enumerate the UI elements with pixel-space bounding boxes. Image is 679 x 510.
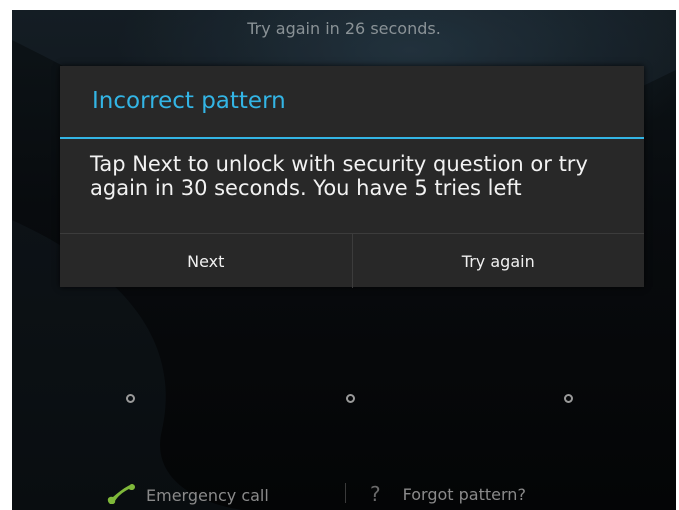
countdown-text: Try again in 26 seconds. bbox=[247, 19, 441, 38]
question-icon: ? bbox=[370, 482, 381, 506]
dialog-message: Tap Next to unlock with security questio… bbox=[90, 152, 588, 200]
phone-icon bbox=[104, 482, 138, 508]
try-again-button[interactable]: Try again bbox=[351, 234, 645, 288]
forgot-pattern-label: Forgot pattern? bbox=[402, 484, 526, 504]
title-divider bbox=[60, 137, 644, 139]
pattern-dot-1[interactable] bbox=[126, 394, 135, 403]
lock-screen: Try again in 26 seconds. Incorrect patte… bbox=[12, 10, 676, 510]
dialog-button-row: Next Try again bbox=[60, 233, 644, 288]
bottom-bar: Emergency call ? Forgot pattern? bbox=[12, 482, 676, 506]
emergency-call-label: Emergency call bbox=[146, 485, 269, 505]
pattern-dot-3[interactable] bbox=[564, 394, 573, 403]
next-button[interactable]: Next bbox=[60, 234, 352, 288]
forgot-pattern-button[interactable]: ? Forgot pattern? bbox=[370, 482, 526, 506]
pattern-dot-2[interactable] bbox=[346, 394, 355, 403]
bottom-divider bbox=[345, 483, 346, 503]
emergency-call-button[interactable]: Emergency call bbox=[104, 482, 269, 508]
dialog-title: Incorrect pattern bbox=[92, 88, 286, 114]
incorrect-pattern-dialog: Incorrect pattern Tap Next to unlock wit… bbox=[60, 66, 644, 288]
